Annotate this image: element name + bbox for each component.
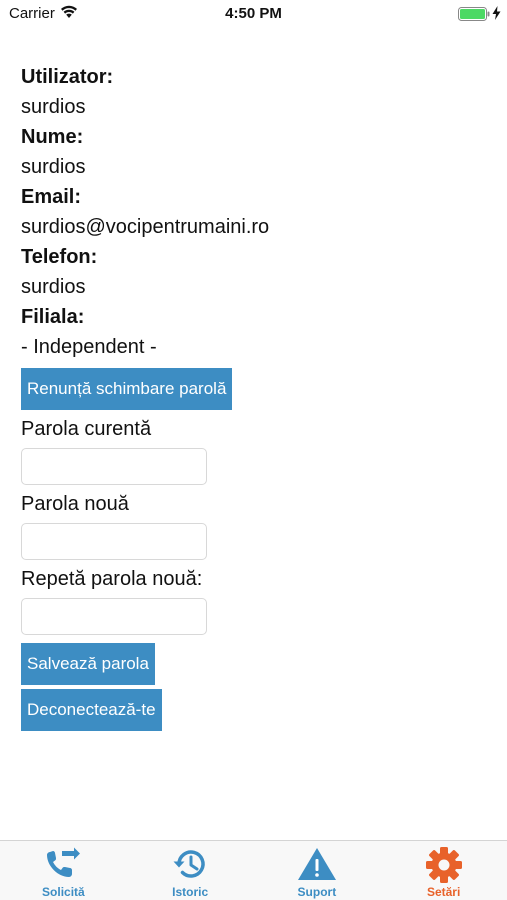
new-password-input[interactable] [21, 523, 207, 560]
name-value: surdios [21, 156, 86, 178]
tab-history[interactable]: Istoric [127, 841, 254, 900]
email-label: Email: [21, 186, 82, 208]
current-password-input[interactable] [21, 448, 207, 485]
settings-content: Utilizator: surdios Nume: surdios Email:… [21, 62, 491, 731]
phone-transfer-icon [44, 846, 82, 887]
tab-request-label: Solicită [42, 885, 85, 899]
status-bar: Carrier 4:50 PM [0, 0, 507, 28]
tab-settings[interactable]: Setări [380, 841, 507, 900]
warning-icon [296, 846, 338, 887]
save-password-button[interactable]: Salvează parola [21, 643, 155, 685]
tab-request[interactable]: Solicită [0, 841, 127, 900]
phone-label: Telefon: [21, 246, 98, 268]
tab-history-label: Istoric [172, 885, 209, 899]
cancel-password-change-button[interactable]: Renunță schimbare parolă [21, 368, 233, 410]
clock: 4:50 PM [225, 5, 282, 22]
screen: Carrier 4:50 PM Utilizator: surdios Nume… [0, 0, 507, 900]
email-value: surdios@vocipentrumaini.ro [21, 216, 270, 238]
repeat-password-label: Repetă parola nouă: [21, 568, 203, 590]
tab-settings-label: Setări [426, 885, 461, 899]
tab-support-label: Suport [297, 885, 337, 899]
branch-label: Filiala: [21, 306, 85, 328]
history-icon [171, 846, 209, 887]
charging-bolt-icon [492, 6, 501, 24]
phone-value: surdios [21, 276, 86, 298]
username-value: surdios [21, 96, 86, 118]
logout-button[interactable]: Deconectează-te [21, 689, 162, 731]
username-label: Utilizator: [21, 66, 114, 88]
new-password-label: Parola nouă [21, 493, 129, 515]
current-password-label: Parola curentă [21, 418, 152, 440]
name-label: Nume: [21, 126, 84, 148]
tab-support[interactable]: Suport [254, 841, 381, 900]
repeat-password-input[interactable] [21, 598, 207, 635]
gear-icon [425, 846, 463, 889]
battery-icon [458, 7, 490, 25]
tab-bar: Solicită Istoric Suport Setări [0, 840, 507, 900]
branch-value: - Independent - [21, 336, 157, 358]
